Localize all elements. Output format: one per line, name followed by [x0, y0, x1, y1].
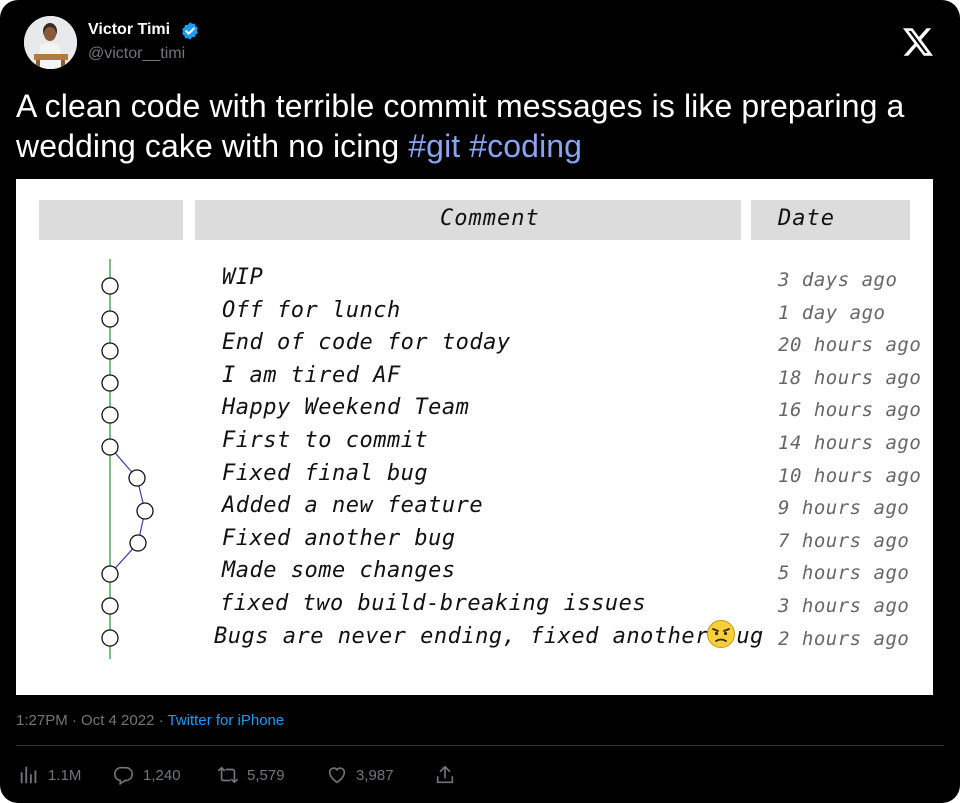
reply-count: 1,240 — [143, 766, 181, 784]
date-header-label: Date — [778, 206, 835, 231]
reply-icon — [114, 766, 134, 786]
commit-graph — [101, 259, 154, 659]
verified-badge-icon — [182, 22, 198, 40]
commit-date: 2 hours ago — [778, 627, 910, 650]
author-handle[interactable]: @victor__timi — [88, 45, 185, 63]
tweet-text: A clean code with terrible commit messag… — [16, 86, 946, 166]
commit-date: 3 days ago — [778, 269, 898, 291]
commit-message: Fixed another bug — [222, 525, 456, 551]
like-button[interactable]: 3,987 — [326, 762, 394, 788]
author-name[interactable]: Victor Timi — [88, 21, 170, 39]
graph-column-header — [39, 200, 183, 240]
tweet-body: A clean code with terrible commit messag… — [16, 88, 905, 164]
commit-date: 3 hours ago — [778, 595, 910, 617]
commit-message: Off for lunch — [222, 297, 401, 323]
commit-date: 14 hours ago — [778, 432, 922, 454]
commit-message: Added a new feature — [222, 493, 484, 519]
retweet-button[interactable]: 5,579 — [217, 762, 285, 788]
analytics-icon — [20, 766, 37, 784]
angry-face-icon — [707, 620, 735, 648]
commit-message: Made some changes — [222, 558, 456, 584]
tweet-card: Victor Timi @victor__timi A clean code w… — [0, 0, 960, 803]
hashtag-git[interactable]: #git — [408, 128, 460, 164]
commit-message: WIP — [222, 265, 264, 290]
commit-date: 7 hours ago — [778, 529, 910, 552]
commit-date: 9 hours ago — [778, 497, 910, 520]
views-count: 1.1M — [48, 766, 82, 784]
commit-message: fixed two build-breaking issues — [220, 591, 647, 616]
commit-date: 20 hours ago — [778, 334, 922, 357]
reply-button[interactable]: 1,240 — [113, 762, 181, 788]
commit-message: I am tired AF — [222, 362, 401, 388]
commit-message: First to commit — [222, 428, 429, 453]
commit-date: 16 hours ago — [778, 399, 922, 422]
comment-header-label: Comment — [440, 206, 540, 231]
tweet-meta: 1:27PM · Oct 4 2022 · Twitter for iPhone — [16, 712, 284, 729]
commit-date: 18 hours ago — [778, 366, 922, 389]
heart-icon — [328, 767, 346, 784]
meta-separator-2: · — [158, 712, 164, 729]
tweet-image[interactable]: Comment Date WIP 3 days ago Off for lunch 1… — [16, 179, 933, 695]
share-icon — [436, 765, 454, 784]
commit-date: 5 hours ago — [778, 562, 910, 585]
commit-message: Fixed final bug — [222, 460, 429, 486]
tweet-date[interactable]: Oct 4 2022 — [81, 712, 154, 729]
commit-message: End of code for today — [222, 330, 511, 356]
tweet-source[interactable]: Twitter for iPhone — [168, 712, 285, 729]
views-button[interactable]: 1.1M — [18, 762, 81, 788]
commit-date: 10 hours ago — [778, 464, 922, 487]
retweet-count: 5,579 — [247, 766, 285, 784]
commit-date: 1 day ago — [778, 301, 886, 324]
x-logo-icon[interactable] — [903, 28, 933, 56]
commit-message: Happy Weekend Team — [222, 395, 470, 421]
retweet-icon — [218, 766, 238, 784]
hashtag-coding[interactable]: #coding — [469, 128, 582, 164]
meta-separator-1: · — [71, 712, 77, 729]
like-count: 3,987 — [356, 766, 394, 784]
tweet-time[interactable]: 1:27PM — [16, 712, 68, 729]
avatar[interactable] — [24, 16, 77, 69]
commit-message: Bugs are never ending, fixed another bug — [214, 623, 764, 649]
share-button[interactable] — [434, 762, 464, 788]
divider — [16, 745, 944, 746]
